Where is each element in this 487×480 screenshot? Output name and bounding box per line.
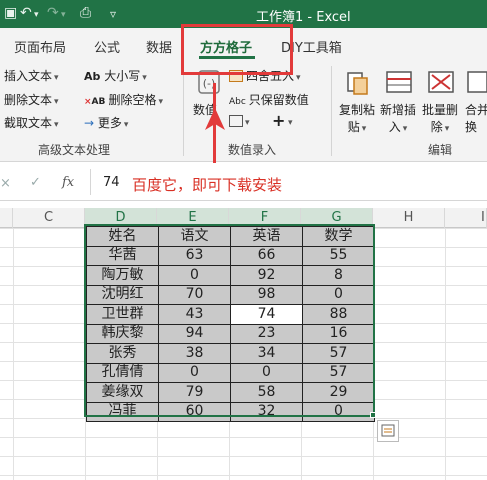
tab-formulas[interactable]: 公式 xyxy=(94,37,120,56)
merge-label: 合并 xyxy=(465,103,487,117)
insert-function-icon[interactable]: fx xyxy=(62,175,74,190)
column-header-partial xyxy=(0,208,13,228)
quick-analysis-button[interactable] xyxy=(377,420,399,442)
column-header-h[interactable]: H xyxy=(373,208,445,228)
arrow-right-icon: → xyxy=(84,116,98,130)
chevron-down-icon: ▾ xyxy=(402,124,408,134)
chevron-down-icon: ▾ xyxy=(245,118,250,128)
batch-delete-icon xyxy=(428,71,454,93)
merge-label-2: 换 xyxy=(465,120,478,134)
keep-value-label: 只保留数值 xyxy=(248,93,309,107)
annotation-arrow-icon xyxy=(205,108,225,130)
chevron-down-icon: ▾ xyxy=(123,120,129,130)
extract-text-label: 截取文本 xyxy=(4,116,53,130)
edit-options-button[interactable]: ▾ xyxy=(229,114,250,128)
undo-icon[interactable]: ↶ xyxy=(20,5,32,21)
copy-paste-label-2: 贴 xyxy=(347,120,360,134)
redo-dropdown-icon[interactable]: ▾ xyxy=(61,10,66,20)
edit-group-label: 编辑 xyxy=(428,143,453,157)
delete-text-button[interactable]: 删除文本 ▾ xyxy=(4,91,59,108)
insert-text-label: 插入文本 xyxy=(4,69,53,83)
annotation-text: 百度它，即可下载安装 xyxy=(132,176,283,194)
case-button[interactable]: Ab 大小写 ▾ xyxy=(84,67,147,84)
insert-new-button[interactable]: 新增插入 ▾ xyxy=(380,101,416,135)
abc-icon: Abc xyxy=(229,97,249,107)
cancel-icon[interactable]: × xyxy=(0,176,11,191)
tab-data[interactable]: 数据 xyxy=(146,37,172,56)
chevron-down-icon: ▾ xyxy=(296,73,301,83)
add-icon[interactable]: + xyxy=(272,111,285,130)
copy-paste-label: 复制粘 xyxy=(339,103,376,117)
column-header-c[interactable]: C xyxy=(13,208,85,228)
formula-divider xyxy=(90,169,91,195)
chevron-down-icon: ▾ xyxy=(54,97,59,107)
batch-delete-button[interactable]: 批量删除 ▾ xyxy=(422,101,458,135)
redo-icon[interactable]: ↷ xyxy=(47,5,59,21)
selection-frame xyxy=(84,224,375,417)
group-divider xyxy=(183,66,184,156)
tab-page-layout[interactable]: 页面布局 xyxy=(14,37,66,56)
chevron-down-icon: ▾ xyxy=(54,73,59,83)
delete-space-button[interactable]: ×AB 删除空格 ▾ xyxy=(84,91,163,108)
number-group-label: 数值录入 xyxy=(228,143,277,157)
insert-new-label: 新增插 xyxy=(380,103,417,117)
chevron-down-icon: ▾ xyxy=(54,120,59,130)
formula-input[interactable]: 74 xyxy=(103,175,120,190)
insert-text-button[interactable]: 插入文本 ▾ xyxy=(4,67,59,84)
copy-paste-button[interactable]: 复制粘贴 ▾ xyxy=(339,101,375,135)
add-dropdown[interactable]: ▾ xyxy=(286,114,293,128)
chevron-down-icon: ▾ xyxy=(361,124,367,134)
chevron-down-icon: ▾ xyxy=(158,97,164,107)
confirm-icon[interactable]: ✓ xyxy=(30,175,41,190)
more-button[interactable]: → 更多 ▾ xyxy=(84,114,128,131)
excel-logo-icon: ▣ xyxy=(4,5,18,21)
undo-dropdown-icon[interactable]: ▾ xyxy=(34,10,39,20)
text-group-label: 高级文本处理 xyxy=(38,143,111,157)
chevron-down-icon: ▾ xyxy=(444,124,450,134)
formula-bar: × ✓ fx 74 百度它，即可下载安装 xyxy=(0,163,487,201)
batch-delete-label: 批量删 xyxy=(422,103,459,117)
print-preview-icon[interactable]: ⎙ xyxy=(80,5,91,21)
case-icon: Ab xyxy=(84,70,105,83)
customize-quick-access-icon[interactable]: ▿ xyxy=(110,7,116,21)
keep-value-button[interactable]: Abc 只保留数值 xyxy=(229,91,309,108)
batch-delete-label-2: 除 xyxy=(430,120,443,134)
insert-new-icon xyxy=(386,71,412,93)
column-header-i[interactable]: I xyxy=(445,208,487,228)
merge-button[interactable]: 合并换 xyxy=(465,101,487,135)
case-label: 大小写 xyxy=(104,69,141,83)
more-label: 更多 xyxy=(97,116,122,130)
group-divider xyxy=(331,66,332,156)
insert-new-label-2: 入 xyxy=(388,120,401,134)
delete-space-label: 删除空格 xyxy=(108,93,157,107)
window-title: 工作簿1 - Excel xyxy=(256,10,351,25)
delete-space-icon: ×AB xyxy=(84,97,109,107)
quick-analysis-icon xyxy=(381,424,395,437)
edit-icon xyxy=(229,115,243,127)
delete-text-label: 删除文本 xyxy=(4,93,53,107)
copy-paste-icon xyxy=(347,72,368,95)
chevron-down-icon: ▾ xyxy=(142,73,147,83)
chevron-down-icon: ▾ xyxy=(288,118,293,128)
fill-handle[interactable] xyxy=(370,412,376,418)
extract-text-button[interactable]: 截取文本 ▾ xyxy=(4,114,59,131)
merge-icon xyxy=(467,71,487,93)
highlight-box xyxy=(181,24,293,75)
